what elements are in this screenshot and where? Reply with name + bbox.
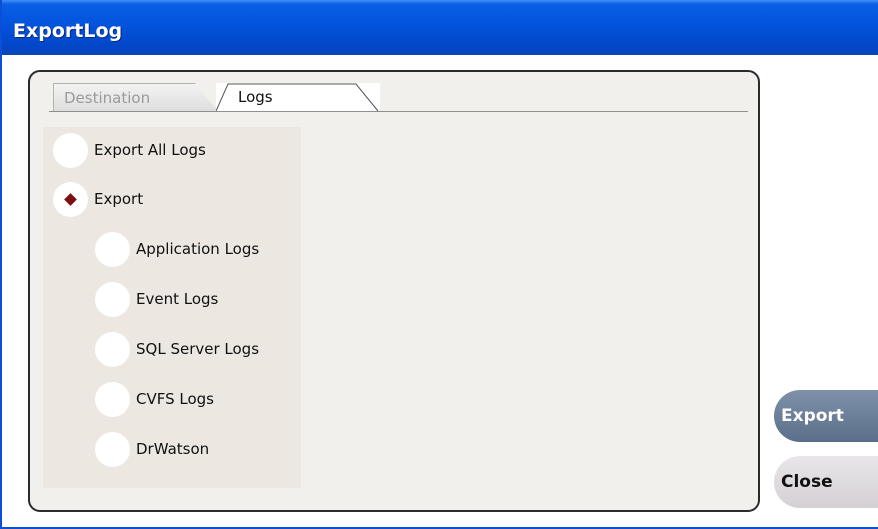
sql-server-logs-radio[interactable] — [95, 332, 130, 367]
radio-selected-dot — [64, 193, 77, 206]
drwatson-label: DrWatson — [136, 440, 210, 458]
tab-logs[interactable]: Logs — [216, 83, 380, 112]
logs-panel: Destination Logs Export All Logs Export — [28, 70, 760, 512]
event-logs-label: Event Logs — [136, 290, 219, 308]
sql-server-logs-label: SQL Server Logs — [136, 340, 260, 358]
export-radio[interactable] — [53, 182, 88, 217]
export-log-window: ExportLog Destination Logs Export All Lo… — [0, 0, 878, 529]
export-options-group: Export All Logs Export Application Logs … — [43, 127, 301, 488]
application-logs-label: Application Logs — [136, 240, 260, 258]
export-label: Export — [94, 190, 144, 208]
cvfs-logs-radio[interactable] — [95, 382, 130, 417]
window-title: ExportLog — [13, 20, 123, 42]
event-logs-radio[interactable] — [95, 282, 130, 317]
title-bar[interactable]: ExportLog — [2, 0, 878, 55]
export-all-logs-radio[interactable] — [53, 133, 88, 168]
cvfs-logs-label: CVFS Logs — [136, 390, 214, 408]
tab-logs-label: Logs — [238, 88, 273, 106]
tab-destination-label: Destination — [64, 89, 151, 107]
application-logs-radio[interactable] — [95, 232, 130, 267]
export-all-logs-label: Export All Logs — [94, 141, 206, 159]
tab-divider — [49, 111, 748, 112]
drwatson-radio[interactable] — [95, 432, 130, 467]
export-button[interactable]: Export — [774, 390, 878, 442]
tab-destination[interactable]: Destination — [53, 83, 218, 111]
close-button[interactable]: Close — [774, 456, 878, 508]
